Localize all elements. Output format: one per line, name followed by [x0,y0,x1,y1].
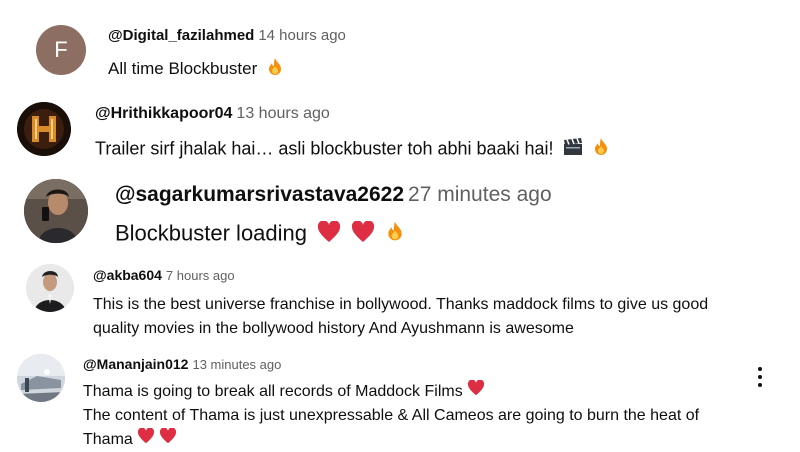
red-heart-icon [137,427,155,452]
comment-line-text: Thama [83,431,133,449]
fire-icon [266,57,284,82]
comment-header: @akba604 7 hours ago [93,267,235,283]
comment-text: Blockbuster loading [115,219,405,249]
clapper-board-icon [563,138,583,161]
comment-header: @Hrithikkapoor04 13 hours ago [95,105,330,123]
author-name[interactable]: @akba604 [93,267,162,283]
timestamp[interactable]: 13 hours ago [236,105,329,122]
comment-line-1: Thama is going to break all records of M… [83,379,699,404]
red-heart-icon [159,427,177,452]
comment-header: @Mananjain012 13 minutes ago [83,356,281,372]
menu-dot [758,375,762,379]
red-heart-icon [317,219,341,249]
red-heart-icon [351,219,375,249]
comment-line: Blockbuster loading [115,220,308,246]
red-heart-icon [467,379,485,404]
author-name[interactable]: @sagarkumarsrivastava2622 [115,183,404,206]
avatar[interactable] [17,354,65,402]
selfie-photo-avatar [24,179,88,243]
comment-line-3: Thama [83,427,699,452]
comment-header: @Digital_fazilahmed 14 hours ago [108,27,346,44]
more-vert-icon[interactable] [748,364,772,390]
fire-icon [385,220,405,249]
comment-text: All time Blockbuster [108,57,284,82]
comment-text: Trailer sirf jhalak hai… asli blockbuste… [95,137,610,162]
timestamp[interactable]: 13 minutes ago [192,357,281,372]
avatar[interactable] [17,102,71,156]
comment-text: Thama is going to break all records of M… [83,379,700,452]
comment-line-2: The content of Thama is just unexpressab… [83,407,700,425]
timestamp[interactable]: 27 minutes ago [408,183,552,206]
comment-line-text: Thama is going to break all records of M… [83,383,463,401]
comment-line: All time Blockbuster [108,58,258,78]
comment-header: @sagarkumarsrivastava2622 27 minutes ago [115,183,552,207]
author-name[interactable]: @Digital_fazilahmed [108,27,254,44]
portrait-photo-avatar [26,264,74,312]
menu-dot [758,383,762,387]
avatar[interactable] [26,264,74,312]
timestamp[interactable]: 7 hours ago [166,268,235,283]
hk-logo-avatar [17,102,71,156]
comment-line: Trailer sirf jhalak hai… asli blockbuste… [95,138,554,159]
comment-line: quality movies in the bollywood history … [93,320,574,337]
author-name[interactable]: @Hrithikkapoor04 [95,105,232,122]
comment-line: This is the best universe franchise in b… [93,296,709,313]
timestamp[interactable]: 14 hours ago [258,27,346,44]
avatar[interactable] [24,179,88,243]
author-name[interactable]: @Mananjain012 [83,356,188,372]
avatar-letter: F [54,37,68,62]
comment-text: This is the best universe franchise in b… [93,293,708,341]
fire-icon [592,137,610,162]
avatar[interactable]: F [36,25,86,75]
landscape-photo-avatar [17,354,65,402]
menu-dot [758,367,762,371]
